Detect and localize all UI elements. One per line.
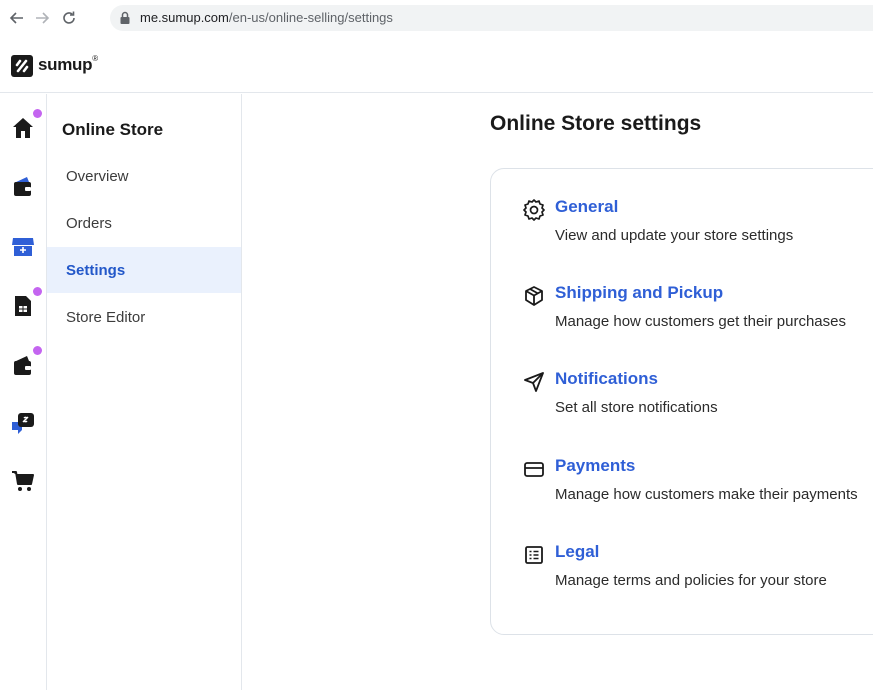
home-icon[interactable] [10,115,36,141]
logo-text: sumup [38,55,93,74]
setting-description: View and update your store settings [555,227,794,244]
subnav-title: Online Store [62,120,164,139]
cart-icon[interactable] [10,468,36,494]
home-badge [33,109,42,118]
browser-toolbar: me.sumup.com/en-us/online-selling/settin… [0,0,873,40]
nav-item-settings[interactable]: Settings [47,247,241,293]
setting-title[interactable]: Payments [555,456,635,476]
setting-title[interactable]: Shipping and Pickup [555,283,723,303]
setting-general[interactable]: General View and update your store setti… [523,197,873,257]
wallet-badge [33,346,42,355]
nav-item-store-editor[interactable]: Store Editor [47,294,241,340]
setting-title[interactable]: General [555,197,618,217]
gear-icon [523,199,545,221]
wallet-icon[interactable] [10,353,36,379]
nav-item-overview[interactable]: Overview [47,153,241,199]
url-path: /en-us/online-selling/settings [228,10,393,25]
setting-description: Set all store notifications [555,399,718,416]
setting-legal[interactable]: Legal Manage terms and policies for your… [523,542,873,602]
nav-item-orders[interactable]: Orders [47,200,241,246]
logo-registered-mark: ® [92,54,98,64]
sumup-logo-text[interactable]: sumup® [38,54,98,75]
setting-notifications[interactable]: Notifications Set all store notification… [523,369,873,429]
invoice-icon[interactable] [10,293,36,319]
back-arrow-icon[interactable] [8,9,26,27]
setting-description: Manage terms and policies for your store [555,572,827,589]
card-icon [523,458,545,480]
send-icon [523,371,545,393]
setting-description: Manage how customers get their purchases [555,313,846,330]
setting-description: Manage how customers make their payments [555,486,858,503]
lock-icon [119,11,131,25]
setting-title[interactable]: Notifications [555,369,658,389]
setting-title[interactable]: Legal [555,542,599,562]
setting-payments[interactable]: Payments Manage how customers make their… [523,456,873,516]
sumup-logo-icon[interactable] [11,55,33,77]
app-header [0,40,873,93]
setting-shipping-and-pickup[interactable]: Shipping and Pickup Manage how customers… [523,283,873,343]
url-text[interactable]: me.sumup.com/en-us/online-selling/settin… [140,10,393,25]
invoice-badge [33,287,42,296]
wallet-icon[interactable] [10,174,36,200]
document-icon [523,544,545,566]
forward-arrow-icon[interactable] [33,9,51,27]
url-domain: me.sumup.com [140,10,229,25]
package-icon [523,285,545,307]
reload-icon[interactable] [60,9,78,27]
page-title: Online Store settings [490,112,702,135]
store-icon[interactable] [10,234,36,260]
payment-link-icon[interactable] [10,410,36,436]
